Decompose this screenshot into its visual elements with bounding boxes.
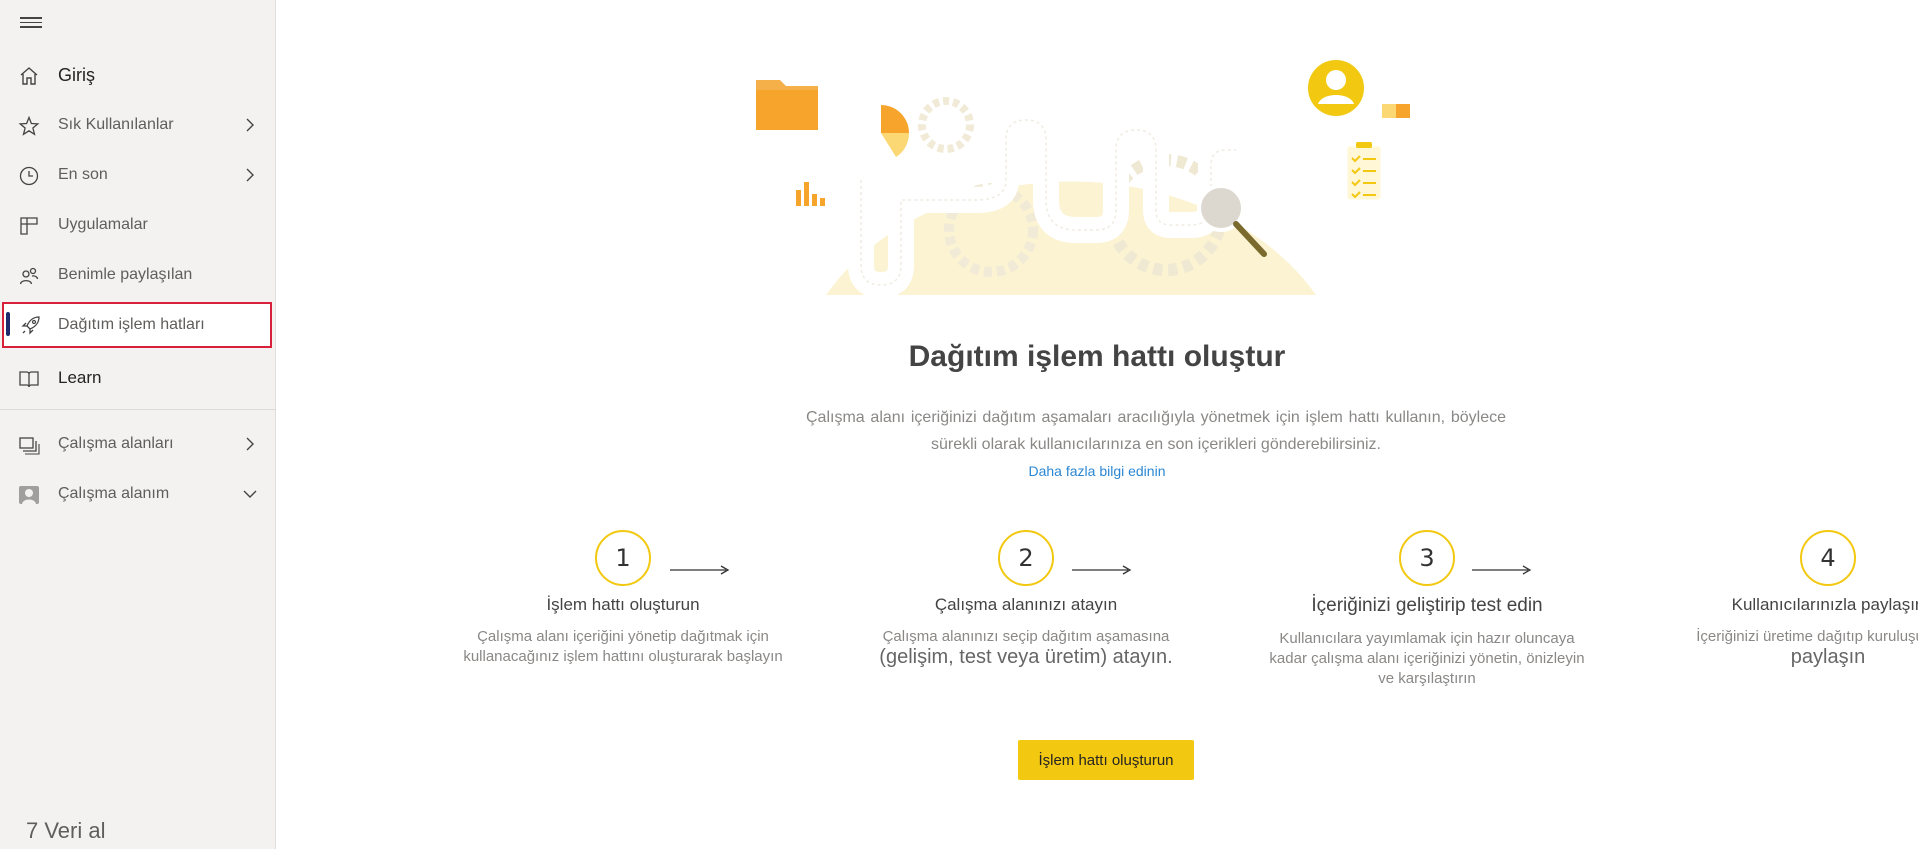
chevron-right-icon[interactable]: [242, 117, 258, 133]
apps-icon: [20, 217, 38, 235]
step-description: Çalışma alanınızı seçip dağıtım aşamasın…: [866, 627, 1186, 669]
sidebar-item-home[interactable]: Giriş: [0, 53, 276, 97]
step-1: 1 İşlem hattı oluşturun Çalışma alanı iç…: [463, 530, 783, 667]
step-number: 4: [1800, 530, 1856, 586]
sidebar-item-learn[interactable]: Learn: [0, 356, 276, 400]
step-description: Kullanıcılara yayımlamak için hazır olun…: [1269, 630, 1585, 687]
sidebar-item-label: Learn: [58, 368, 102, 387]
step-3: 3 İçeriğinizi geliştirip test edin Kulla…: [1267, 530, 1587, 689]
sidebar-item-shared-with-me[interactable]: Benimle paylaşılan: [0, 253, 276, 297]
pipeline-illustration: [756, 60, 1410, 298]
step-description: Çalışma alanı içeriğini yönetip dağıtmak…: [463, 628, 783, 665]
create-pipeline-button[interactable]: İşlem hattı oluşturun: [1018, 740, 1194, 780]
arrow-right-icon: [670, 565, 730, 575]
sidebar-item-workspaces[interactable]: Çalışma alanları: [0, 422, 276, 466]
star-icon: [18, 115, 40, 136]
book-icon: [19, 371, 39, 388]
sidebar-item-favorites[interactable]: Sık Kullanılanlar: [0, 103, 276, 147]
step-title: Kullanıcılarınızla paylaşın: [1731, 595, 1918, 614]
chevron-down-icon[interactable]: [242, 486, 258, 502]
main-content: Dağıtım işlem hattı oluştur Çalışma alan…: [276, 0, 1918, 849]
hamburger-menu-icon[interactable]: [20, 14, 42, 32]
step-title: Çalışma alanınızı atayın: [934, 595, 1118, 614]
sidebar-divider: [0, 409, 276, 410]
my-workspace-icon: [19, 486, 39, 504]
sidebar: Giriş Sık Kullanılanlar En son Uygulamal…: [0, 0, 276, 849]
sidebar-item-apps[interactable]: Uygulamalar: [0, 203, 276, 247]
workspaces-icon: [19, 437, 40, 455]
arrow-right-icon: [1472, 565, 1532, 575]
step-description: İçeriğinizi üretime dağıtıp kuruluşunuzl…: [1668, 627, 1918, 669]
shared-icon: [19, 267, 39, 285]
page-description: Çalışma alanı içeriğinizi dağıtım aşamal…: [806, 409, 1506, 453]
sidebar-item-my-workspace[interactable]: Çalışma alanım: [0, 472, 276, 516]
step-title: İçeriğinizi geliştirip test edin: [1311, 595, 1543, 616]
sidebar-item-label: Uygulamalar: [58, 216, 148, 233]
step-description-emphasis: paylaşın: [1790, 646, 1866, 668]
learn-more-link[interactable]: Daha fazla bilgi edinin: [276, 463, 1918, 479]
home-icon: [20, 67, 38, 85]
clock-icon: [19, 166, 39, 186]
step-description-text: Çalışma alanınızı seçip dağıtım aşamasın…: [882, 628, 1170, 645]
step-2: 2 Çalışma alanınızı atayın Çalışma alanı…: [866, 530, 1186, 669]
chevron-right-icon[interactable]: [242, 436, 258, 452]
chevron-right-icon[interactable]: [242, 167, 258, 183]
step-number: 1: [595, 530, 651, 586]
step-number: 2: [998, 530, 1054, 586]
sidebar-item-label: Çalışma alanları: [58, 435, 174, 452]
sidebar-item-label: Çalışma alanım: [58, 485, 170, 502]
sidebar-item-deployment-pipelines[interactable]: Dağıtım işlem hatları: [2, 302, 272, 348]
sidebar-item-label: Dağıtım işlem hatları: [58, 316, 205, 333]
step-number: 3: [1399, 530, 1455, 586]
get-data-link[interactable]: 7 Veri al: [26, 818, 106, 844]
sidebar-item-label: Benimle paylaşılan: [58, 266, 193, 283]
page-title: Dağıtım işlem hattı oluştur: [908, 340, 1286, 373]
sidebar-item-label: En son: [58, 166, 108, 183]
sidebar-item-label: Giriş: [58, 64, 95, 85]
step-description-text: İçeriğinizi üretime dağıtıp kuruluşunuzl…: [1696, 628, 1918, 645]
step-description-emphasis: (gelişim, test veya üretim) atayın.: [879, 646, 1173, 668]
arrow-right-icon: [1072, 565, 1132, 575]
active-indicator: [6, 312, 10, 336]
step-4: 4 Kullanıcılarınızla paylaşın İçeriğiniz…: [1668, 530, 1918, 669]
rocket-icon: [21, 316, 40, 335]
step-title: İşlem hattı oluşturun: [546, 595, 700, 614]
sidebar-item-label: Sık Kullanılanlar: [58, 116, 174, 133]
sidebar-item-recent[interactable]: En son: [0, 153, 276, 197]
